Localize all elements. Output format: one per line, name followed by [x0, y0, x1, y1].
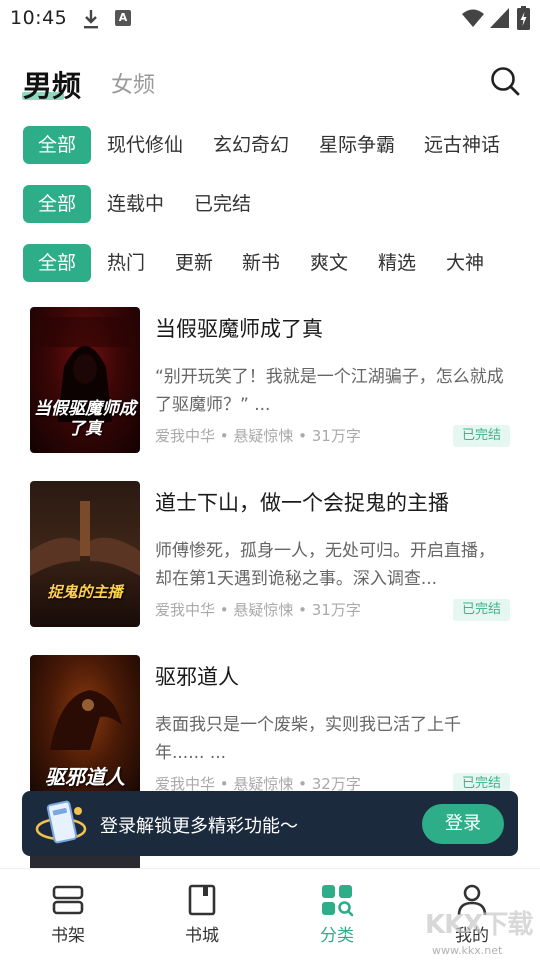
sort-chip[interactable]: 精选 [378, 244, 416, 282]
genre-filter-row: 全部 现代修仙 玄幻奇幻 星际争霸 远古神话 [0, 126, 540, 166]
genre-chip[interactable]: 玄幻奇幻 [213, 126, 289, 164]
category-icon [322, 885, 354, 917]
nav-label: 分类 [320, 926, 354, 946]
header: 男频 女频 [0, 55, 540, 110]
battery-icon [517, 6, 530, 30]
bookshelf-icon [52, 885, 84, 915]
book-description: 表面我只是一个废柴，实则我已活了上千年...... ... [155, 715, 461, 763]
search-icon[interactable] [489, 65, 521, 97]
cover-title: 当假驱魔师成了真 [34, 399, 136, 439]
tab-male[interactable]: 男频 [23, 63, 81, 105]
book-item[interactable]: 捉鬼的主播 道士下山，做一个会捉鬼的主播 师傅惨死，孤身一人，无处可归。开启直播… [0, 481, 540, 631]
book-cover[interactable]: 捉鬼的主播 [30, 481, 140, 627]
book-item[interactable]: 驱邪道人 驱邪道人 表面我只是一个废柴，实则我已活了上千年...... ... … [0, 655, 540, 805]
nav-category[interactable]: 分类 [297, 883, 377, 953]
book-cover[interactable]: 驱邪道人 [30, 655, 140, 801]
book-status-badge: 已完结 [453, 425, 510, 447]
sort-chip[interactable]: 新书 [242, 244, 280, 282]
watermark-brand: KKX下载 [425, 910, 533, 940]
login-banner: 登录解锁更多精彩功能～ 登录 [22, 791, 518, 856]
status-time: 10:45 [10, 7, 68, 29]
progress-chip-all[interactable]: 全部 [23, 185, 91, 223]
nav-bookstore[interactable]: 书城 [162, 883, 242, 953]
book-meta: 爱我中华 • 悬疑惊悚 • 31万字 [155, 601, 361, 619]
genre-chip[interactable]: 星际争霸 [319, 126, 395, 164]
signal-icon [490, 8, 509, 28]
sort-chip[interactable]: 爽文 [310, 244, 348, 282]
book-title[interactable]: 当假驱魔师成了真 [155, 313, 323, 343]
a-badge-icon: A [115, 10, 131, 26]
progress-filter-row: 全部 连载中 已完结 [0, 185, 540, 225]
progress-chip[interactable]: 已完结 [194, 185, 251, 223]
nav-label: 书架 [51, 926, 85, 946]
nav-label: 书城 [185, 926, 219, 946]
book-item[interactable]: 当假驱魔师成了真 当假驱魔师成了真 “别开玩笑了！我就是一个江湖骗子，怎么就成了… [0, 307, 540, 457]
login-button[interactable]: 登录 [422, 804, 504, 844]
genre-chip[interactable]: 远古神话 [424, 126, 500, 164]
progress-chip[interactable]: 连载中 [107, 185, 164, 223]
book-description: 师傅惨死，孤身一人，无处可归。开启直播，却在第1天遇到诡秘之事。深入调查... [155, 541, 495, 589]
login-banner-text: 登录解锁更多精彩功能～ [100, 816, 298, 837]
watermark-url: www.kkx.net [432, 944, 503, 957]
sort-filter-row: 全部 热门 更新 新书 爽文 精选 大神 [0, 244, 540, 284]
book-title[interactable]: 驱邪道人 [155, 661, 239, 691]
book-status-badge: 已完结 [453, 599, 510, 621]
cover-title: 捉鬼的主播 [47, 583, 123, 601]
book-cover-partial [30, 856, 140, 868]
book-description: “别开玩笑了！我就是一个江湖骗子，怎么就成了驱魔师？” ... [155, 367, 504, 415]
sort-chip-all[interactable]: 全部 [23, 244, 91, 282]
sort-chip[interactable]: 大神 [446, 244, 484, 282]
cover-title: 驱邪道人 [45, 765, 125, 789]
sort-chip[interactable]: 热门 [107, 244, 145, 282]
wifi-icon [462, 9, 484, 27]
download-icon [84, 10, 98, 29]
book-title[interactable]: 道士下山，做一个会捉鬼的主播 [155, 487, 449, 517]
status-bar: 10:45 A [0, 0, 540, 38]
bookstore-icon [188, 884, 216, 916]
genre-chip-all[interactable]: 全部 [23, 126, 91, 164]
tab-female[interactable]: 女频 [111, 67, 155, 99]
sort-chip[interactable]: 更新 [175, 244, 213, 282]
phone-unlock-icon [35, 800, 87, 844]
book-cover[interactable]: 当假驱魔师成了真 [30, 307, 140, 453]
nav-bookshelf[interactable]: 书架 [28, 883, 108, 953]
book-meta: 爱我中华 • 悬疑惊悚 • 31万字 [155, 427, 361, 445]
genre-chip[interactable]: 现代修仙 [107, 126, 183, 164]
